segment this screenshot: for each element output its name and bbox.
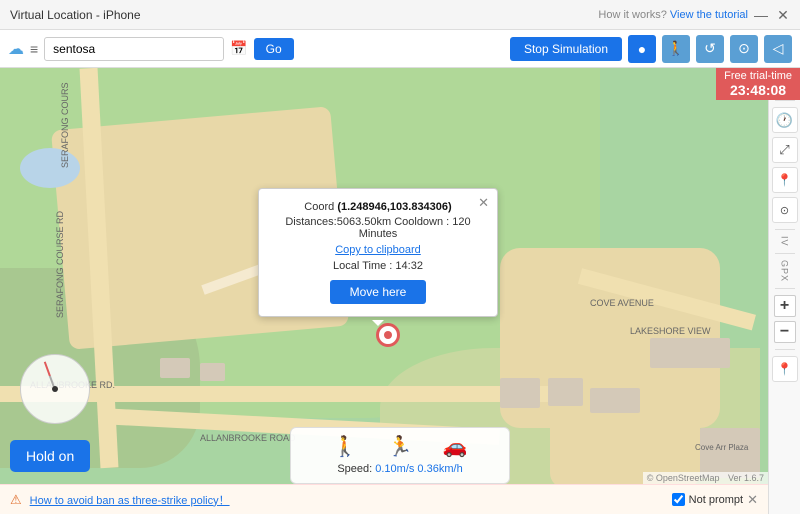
drive-speed-icon[interactable]: 🚗: [442, 434, 467, 459]
target-button[interactable]: ⊙: [730, 35, 758, 63]
building-2: [200, 363, 225, 381]
location-pin: [376, 323, 400, 347]
hold-on-button[interactable]: Hold on: [10, 440, 90, 472]
rotate-button[interactable]: ↺: [696, 35, 724, 63]
toggle-button[interactable]: ⊙: [772, 197, 798, 223]
walk-mode-button[interactable]: 🚶: [662, 35, 690, 63]
app-title: Virtual Location - iPhone: [10, 8, 141, 22]
trial-timer: 23:48:08: [724, 82, 792, 98]
speed-text: Speed: 0.10m/s 0.36km/h: [337, 463, 462, 475]
window-controls: — ✕: [754, 8, 790, 22]
my-location-button[interactable]: 📍: [772, 356, 798, 382]
distance-line: Distances:5063.50km Cooldown : 120 Minut…: [273, 216, 483, 240]
copy-clipboard-link[interactable]: Copy to clipboard: [273, 244, 483, 256]
not-prompt-checkbox[interactable]: [672, 493, 685, 506]
compass-dot: [52, 386, 58, 392]
move-here-button[interactable]: Move here: [330, 280, 427, 304]
coord-value: (1.248946,103.834306): [337, 201, 451, 213]
stop-simulation-button[interactable]: Stop Simulation: [510, 37, 622, 61]
cloud-icon: ☁: [8, 39, 24, 59]
title-bar: Virtual Location - iPhone How it works? …: [0, 0, 800, 30]
building-4: [548, 378, 583, 406]
zoom-in-button[interactable]: +: [774, 295, 796, 317]
gpx-label: GPX: [780, 260, 790, 282]
list-icon: ≡: [30, 41, 38, 57]
version-text: Ver 1.6.7: [728, 473, 764, 483]
warning-close-button[interactable]: ✕: [747, 492, 758, 508]
coord-line: Coord (1.248946,103.834306): [273, 201, 483, 213]
right-sidebar: 🕐 ⤢ 📍 ⊙ IV GPX + − 📍: [768, 68, 800, 514]
map-attribution: © OpenStreetMap Ver 1.6.7: [643, 472, 768, 484]
building-cove: [700, 428, 760, 478]
building-1: [160, 358, 190, 378]
clock-button[interactable]: 🕐: [772, 107, 798, 133]
warning-link[interactable]: How to avoid ban as three-strike policy！: [30, 492, 230, 508]
iv-label: IV: [780, 236, 790, 247]
walk-speed-icon[interactable]: 🚶: [333, 434, 358, 459]
toolbar: ☁ ≡ 📅 Go Stop Simulation ● 🚶 ↺ ⊙ ◁ Free …: [0, 30, 800, 68]
zoom-out-button[interactable]: −: [774, 321, 796, 343]
not-prompt-label: Not prompt: [689, 494, 743, 506]
speed-value: 0.10m/s 0.36km/h: [375, 463, 462, 475]
tutorial-link[interactable]: View the tutorial: [670, 9, 748, 21]
close-button[interactable]: ✕: [776, 8, 790, 22]
calendar-icon[interactable]: 📅: [230, 40, 247, 57]
location-mode-button[interactable]: ●: [628, 35, 656, 63]
trial-label: Free trial-time: [724, 70, 792, 82]
warning-icon: ⚠: [10, 492, 22, 508]
warning-bar: ⚠ How to avoid ban as three-strike polic…: [0, 484, 768, 514]
local-time: Local Time : 14:32: [273, 260, 483, 272]
search-input[interactable]: [44, 37, 224, 61]
map-container[interactable]: SERAFONG COURS SERAFONG COURSE RD ALLANB…: [0, 68, 800, 514]
building-5: [590, 388, 640, 413]
not-prompt-group: Not prompt ✕: [672, 492, 758, 508]
expand-button[interactable]: ⤢: [772, 137, 798, 163]
trial-badge: Free trial-time 23:48:08: [716, 68, 800, 100]
local-time-value: 14:32: [395, 260, 423, 272]
water-1: [20, 148, 80, 188]
pin-button[interactable]: 📍: [772, 167, 798, 193]
speed-panel: 🚶 🏃 🚗 Speed: 0.10m/s 0.36km/h: [290, 427, 510, 484]
run-speed-icon[interactable]: 🏃: [388, 434, 413, 459]
minimize-button[interactable]: —: [754, 8, 768, 22]
building-lakeshore: [650, 338, 730, 368]
location-popup: ✕ Coord (1.248946,103.834306) Distances:…: [258, 188, 498, 317]
popup-close-button[interactable]: ✕: [478, 195, 489, 211]
go-button[interactable]: Go: [254, 38, 294, 60]
back-button[interactable]: ◁: [764, 35, 792, 63]
building-3: [500, 378, 540, 408]
compass: [20, 354, 90, 424]
speed-icon-group: 🚶 🏃 🚗: [333, 434, 468, 459]
coord-label: Coord: [304, 201, 334, 213]
help-text: How it works? View the tutorial: [598, 9, 748, 21]
